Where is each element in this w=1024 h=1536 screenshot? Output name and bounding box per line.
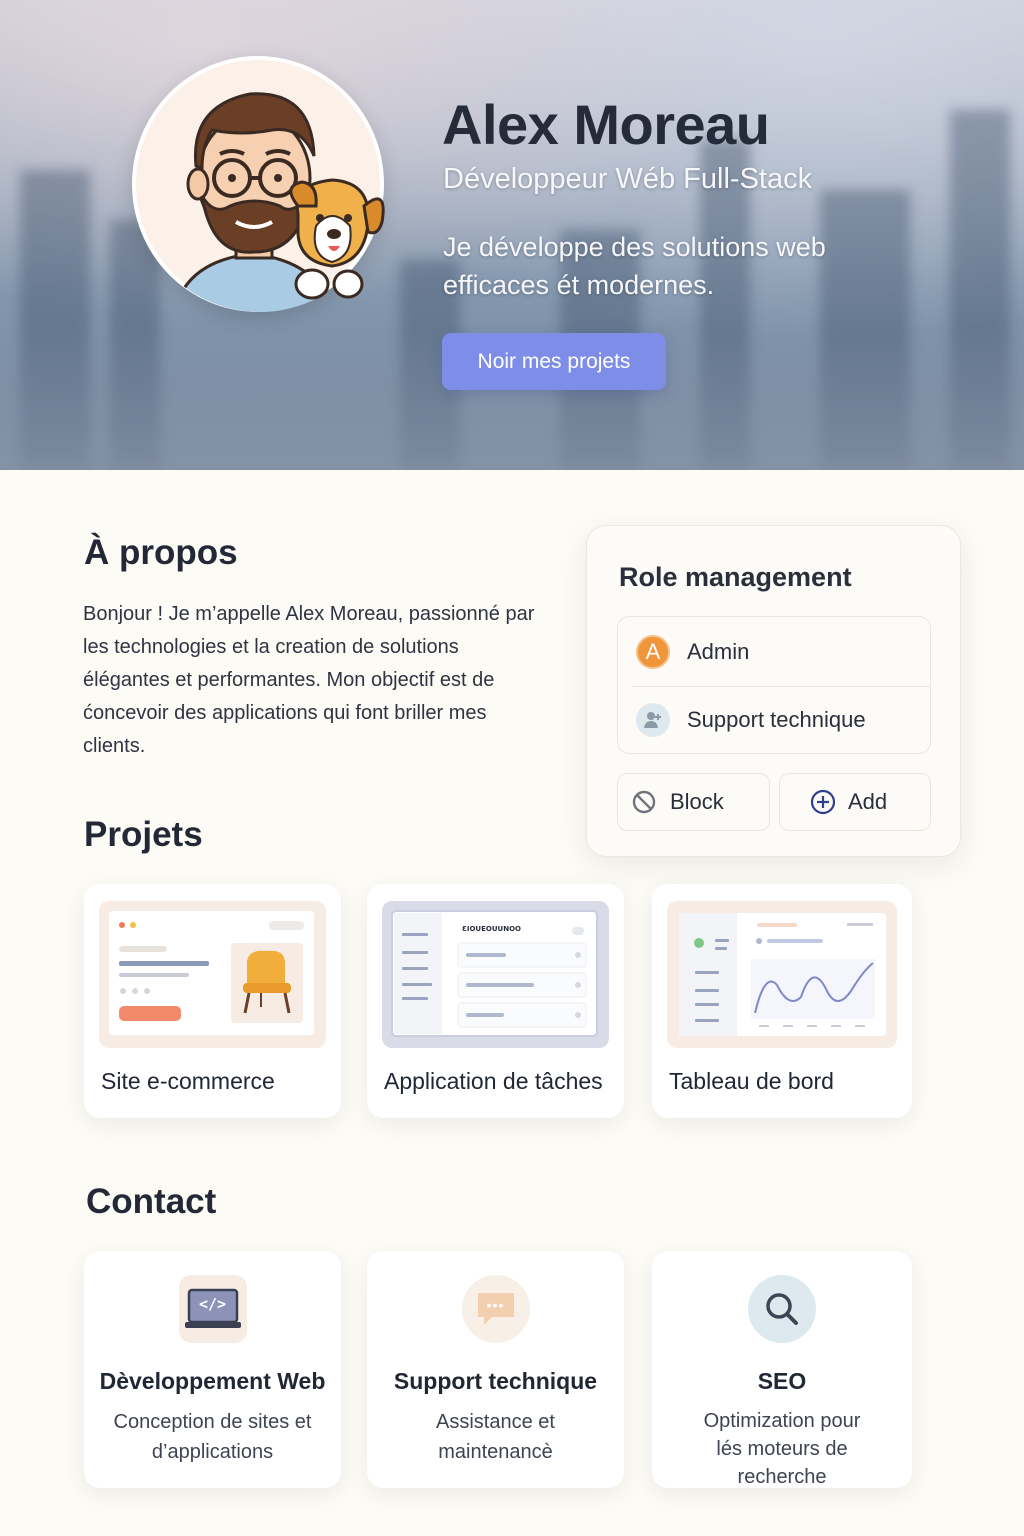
ecommerce-chair-preview — [99, 901, 326, 1048]
role-label: Support technique — [687, 707, 866, 732]
contact-desc: Conception de sites et d’applications — [113, 1411, 312, 1463]
project-card-ecommerce[interactable]: Site e-commerce — [84, 884, 341, 1118]
user-support-icon — [636, 703, 670, 737]
project-title: Site e-commerce — [101, 1068, 275, 1094]
dog-illustration — [289, 178, 385, 300]
block-label: Block — [670, 789, 724, 814]
hero-role: Développeur Wéb Full-Stack — [443, 163, 813, 195]
chat-bubble-icon: ••• — [461, 1275, 530, 1343]
block-icon — [632, 790, 656, 814]
project-title: Tableau de bord — [669, 1068, 834, 1094]
task-app-preview: ƐIOUEOUUNOO — [382, 901, 609, 1048]
plus-circle-icon — [810, 789, 836, 815]
hero-name: Alex Moreau — [442, 93, 770, 156]
avatar — [132, 56, 385, 312]
role-item-admin[interactable]: A Admin — [618, 618, 930, 686]
contact-heading: Contact — [86, 1182, 217, 1221]
role-list: A Admin Support technique — [617, 616, 931, 754]
add-button[interactable]: Add — [779, 773, 931, 831]
contact-desc: Optimization pour lés moteurs de recherc… — [703, 1410, 861, 1488]
admin-letter-icon: A — [636, 635, 670, 669]
projects-heading: Projets — [84, 815, 203, 854]
about-text: Bonjour ! Je m’appelle Alex Moreau, pass… — [83, 603, 535, 757]
project-title: Application de tâches — [384, 1068, 603, 1094]
contact-title: SEO — [757, 1368, 807, 1394]
role-management-card: Role management A Admin Support techniqu… — [586, 525, 961, 857]
view-projects-button[interactable]: Noir mes projets — [442, 333, 666, 390]
hero-banner: Alex Moreau Développeur Wéb Full-Stack J… — [0, 0, 1024, 470]
contact-card-web[interactable]: </> Dèveloppement Web Conception de site… — [84, 1251, 341, 1488]
magnifier-icon — [748, 1275, 816, 1343]
about-heading: À propos — [84, 533, 238, 572]
task-app-heading: ƐIOUEOUUNOO — [462, 925, 521, 933]
project-card-dashboard[interactable]: Tableau de bord — [652, 884, 912, 1118]
block-button[interactable]: Block — [617, 773, 770, 831]
laptop-code-icon: </> — [178, 1275, 247, 1343]
laptop-code-label: </> — [198, 1295, 227, 1313]
chat-bubble-dots: ••• — [486, 1297, 505, 1313]
role-management-title: Role management — [619, 562, 852, 592]
role-label: Admin — [687, 639, 750, 664]
dashboard-chart-preview — [667, 901, 897, 1048]
developer-with-dog-illustration — [170, 92, 385, 312]
hero-tagline: Je développe des solutions web efficaces… — [443, 232, 826, 300]
contact-card-seo[interactable]: SEO Optimization pour lés moteurs de rec… — [652, 1251, 912, 1488]
project-card-tasks[interactable]: ƐIOUEOUUNOO Application de tâches — [367, 884, 624, 1118]
role-item-support[interactable]: Support technique — [618, 686, 930, 754]
contact-title: Support technique — [393, 1368, 598, 1394]
contact-desc: Assistance et maintenancè — [436, 1411, 555, 1463]
add-label: Add — [848, 789, 888, 814]
contact-title: Dèveloppement Web — [99, 1368, 326, 1394]
contact-card-support[interactable]: ••• Support technique Assistance et main… — [367, 1251, 624, 1488]
